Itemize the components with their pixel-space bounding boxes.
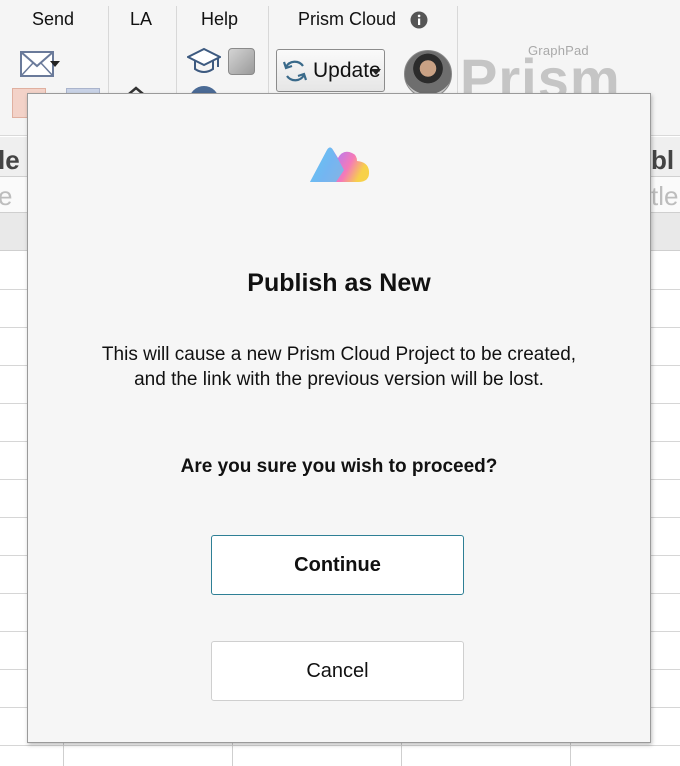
- group-label-prism-cloud[interactable]: Prism Cloud: [298, 9, 396, 30]
- info-icon[interactable]: [410, 11, 428, 29]
- email-button[interactable]: [12, 50, 62, 78]
- refresh-icon: [282, 60, 308, 81]
- update-button[interactable]: Update: [276, 49, 385, 92]
- tutorial-icon[interactable]: [228, 48, 255, 75]
- title-hint-left[interactable]: e: [0, 181, 12, 212]
- chevron-down-icon: [50, 61, 60, 67]
- grid-row-line: [0, 745, 680, 746]
- chevron-down-icon[interactable]: [371, 69, 381, 75]
- dialog-message-line: and the link with the previous version w…: [134, 369, 544, 390]
- cancel-button[interactable]: Cancel: [211, 641, 464, 701]
- dialog-title: Publish as New: [247, 269, 431, 297]
- column-header-left[interactable]: le: [0, 145, 20, 176]
- dialog-message: This will cause a new Prism Cloud Projec…: [68, 342, 610, 392]
- title-hint-right[interactable]: tle: [651, 181, 678, 212]
- publish-as-new-dialog: Publish as New This will cause a new Pri…: [27, 93, 651, 743]
- prism-cloud-logo: [310, 147, 370, 182]
- avatar[interactable]: [404, 50, 452, 98]
- group-label-la[interactable]: LA: [130, 9, 152, 30]
- email-icon: [20, 51, 54, 77]
- dialog-question: Are you sure you wish to proceed?: [180, 456, 498, 477]
- group-label-send[interactable]: Send: [32, 9, 74, 30]
- group-label-help[interactable]: Help: [201, 9, 238, 30]
- graduation-cap-icon[interactable]: [187, 46, 221, 76]
- column-header-right[interactable]: bl: [651, 145, 674, 176]
- continue-button[interactable]: Continue: [211, 535, 464, 595]
- brand-logo: GraphPad Prism: [460, 40, 620, 110]
- dialog-message-line: This will cause a new Prism Cloud Projec…: [101, 344, 577, 365]
